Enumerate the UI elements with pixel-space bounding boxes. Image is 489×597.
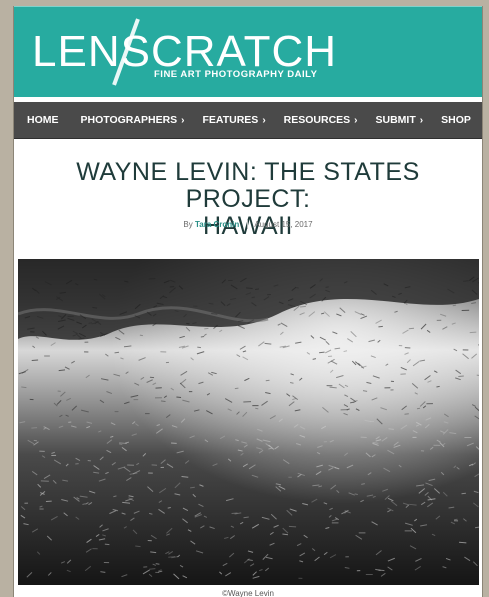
article-title-line1: WAYNE LEVIN: THE STATES PROJECT: xyxy=(76,158,420,213)
nav-item-features[interactable]: FEATURES › xyxy=(203,114,266,126)
photo-credit: ©Wayne Levin xyxy=(222,589,274,597)
fish-school-image xyxy=(18,259,479,585)
chevron-right-icon: › xyxy=(181,115,185,126)
author-link[interactable]: Tara Cronin xyxy=(195,220,239,229)
feature-photo xyxy=(18,259,479,585)
chevron-right-icon: › xyxy=(354,115,358,126)
nav-item-label: FEATURES xyxy=(202,114,259,126)
chevron-right-icon: › xyxy=(419,115,424,126)
nav-item-label: PHOTOGRAPHERS xyxy=(80,114,178,126)
nav-item-home[interactable]: HOME xyxy=(27,114,59,126)
nav-item-submit[interactable]: SUBMIT › xyxy=(376,114,424,126)
nav-item-resources[interactable]: RESOURCES › xyxy=(284,114,358,126)
nav-item-photographers[interactable]: PHOTOGRAPHERS › xyxy=(81,114,185,126)
page: LENSCRATCH FINE ART PHOTOGRAPHY DAILY HO… xyxy=(13,6,483,597)
chevron-right-icon: › xyxy=(262,115,266,126)
publish-date: August 15, 2017 xyxy=(254,220,313,229)
nav-item-label: HOME xyxy=(27,114,59,126)
site-tagline: FINE ART PHOTOGRAPHY DAILY xyxy=(154,69,318,80)
site-header: LENSCRATCH FINE ART PHOTOGRAPHY DAILY xyxy=(14,6,482,97)
meta-divider xyxy=(246,220,248,230)
article-meta: By Tara Cronin August 15, 2017 xyxy=(14,220,482,230)
nav-item-label: SUBMIT xyxy=(375,114,416,126)
nav-item-shop[interactable]: SHOP xyxy=(441,114,471,126)
nav-item-label: RESOURCES xyxy=(283,114,351,126)
byline-prefix: By xyxy=(183,220,193,229)
main-nav: HOME PHOTOGRAPHERS › FEATURES › RESOURCES ›… xyxy=(14,102,482,138)
nav-item-label: SHOP xyxy=(441,114,471,126)
